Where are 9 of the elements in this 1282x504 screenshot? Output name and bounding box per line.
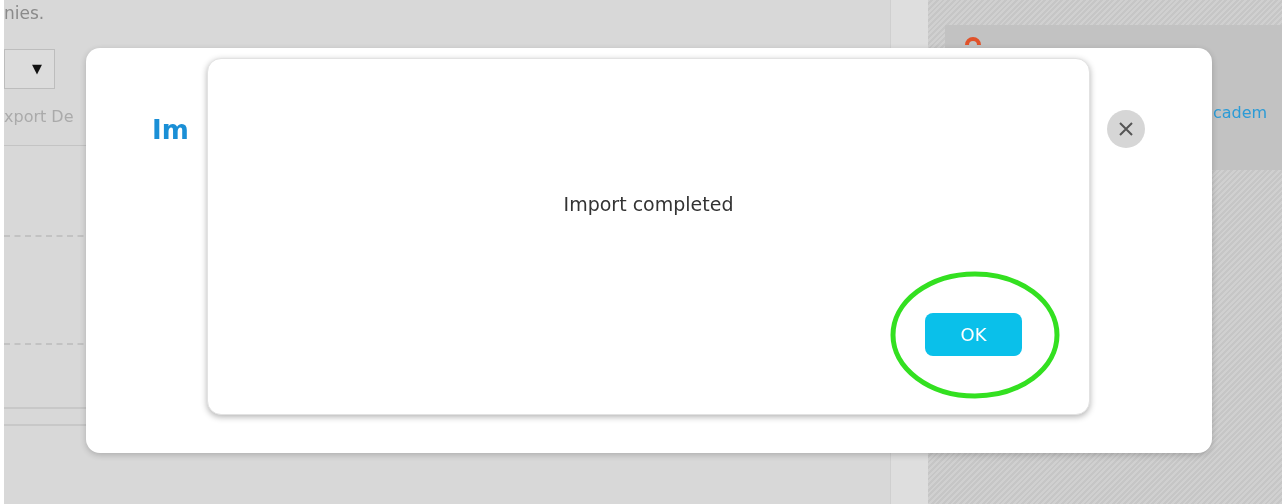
modal-title: Im xyxy=(152,114,189,146)
logo-icon xyxy=(965,37,981,45)
close-button[interactable] xyxy=(1107,110,1145,148)
dialog-message: Import completed xyxy=(563,192,734,216)
card-link[interactable]: cadem xyxy=(1213,103,1268,123)
dropdown[interactable]: ▼ xyxy=(4,49,55,89)
ok-button[interactable]: OK xyxy=(925,313,1022,356)
close-icon xyxy=(1118,121,1134,137)
description-text: nies. xyxy=(4,2,45,23)
